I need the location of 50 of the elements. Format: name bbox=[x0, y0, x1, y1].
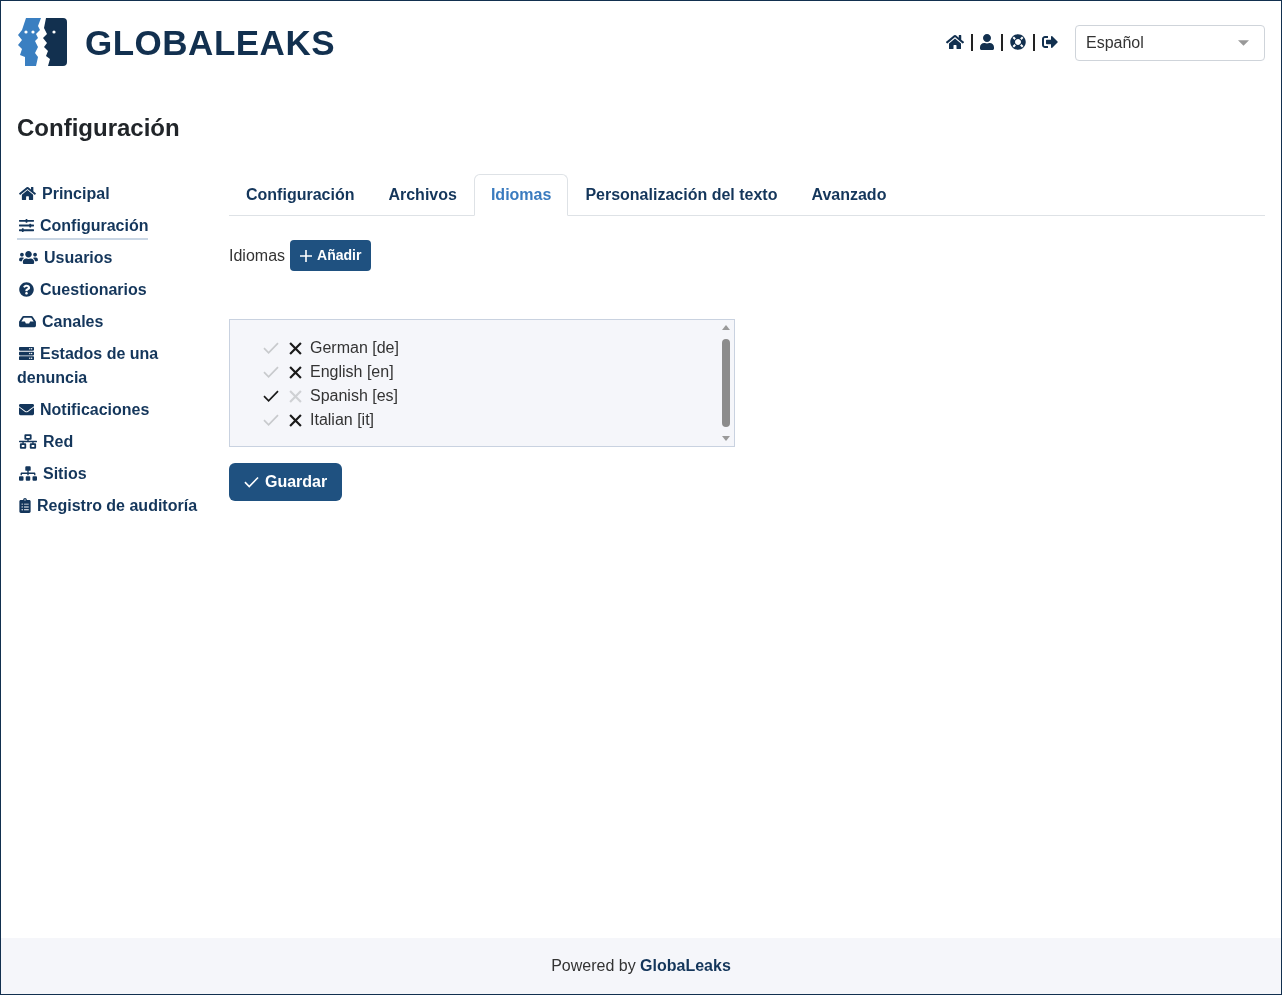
scrollbar-thumb[interactable] bbox=[722, 339, 730, 427]
language-name: Spanish [es] bbox=[310, 386, 399, 406]
scroll-up-icon[interactable] bbox=[722, 325, 730, 330]
sidebar-link[interactable]: Usuarios bbox=[17, 246, 113, 270]
sitemap-icon bbox=[19, 466, 37, 481]
sidebar-link[interactable]: Cuestionarios bbox=[17, 278, 147, 302]
sliders-icon bbox=[19, 218, 34, 233]
users-icon bbox=[19, 250, 38, 265]
language-select[interactable]: Español bbox=[1075, 25, 1265, 61]
check-icon bbox=[244, 476, 259, 488]
tab[interactable]: Idiomas bbox=[473, 174, 569, 216]
logout-icon[interactable] bbox=[1042, 34, 1058, 50]
tab[interactable]: Archivos bbox=[371, 174, 474, 216]
sidebar-link[interactable]: Sitios bbox=[17, 462, 87, 486]
lifebuoy-icon[interactable] bbox=[1010, 34, 1026, 50]
language-name: English [en] bbox=[310, 362, 394, 382]
remove-icon[interactable] bbox=[289, 365, 302, 379]
languages-label: Idiomas bbox=[229, 245, 286, 266]
scroll-down-icon[interactable] bbox=[722, 436, 730, 441]
plus-icon bbox=[300, 249, 313, 262]
page-title: Configuración bbox=[17, 114, 181, 142]
logo-text: GLOBALEAKS bbox=[85, 24, 335, 60]
network-icon bbox=[19, 434, 37, 449]
sidebar-link[interactable]: Configuración bbox=[17, 214, 149, 240]
user-icon[interactable] bbox=[980, 34, 994, 50]
sidebar-link[interactable]: Registro de auditoría bbox=[17, 494, 198, 518]
sidebar-link[interactable]: Red bbox=[17, 430, 74, 454]
sidebar-link[interactable]: Notificaciones bbox=[17, 398, 150, 422]
caret-down-icon bbox=[1238, 40, 1249, 46]
question-icon bbox=[19, 282, 34, 297]
language-name: German [de] bbox=[310, 338, 399, 358]
tab[interactable]: Configuración bbox=[229, 174, 372, 216]
remove-icon[interactable] bbox=[289, 341, 302, 355]
home-icon[interactable] bbox=[946, 34, 964, 50]
footer-text: Powered by GlobaLeaks bbox=[551, 956, 731, 976]
logo-icon bbox=[17, 17, 67, 67]
save-button[interactable]: Guardar bbox=[229, 463, 343, 501]
add-button[interactable]: Añadir bbox=[290, 240, 372, 271]
home-icon bbox=[19, 186, 36, 201]
inbox-icon bbox=[19, 314, 36, 329]
server-icon bbox=[19, 346, 34, 361]
envelope-icon bbox=[19, 402, 34, 417]
clipboard-icon bbox=[19, 498, 31, 513]
tab[interactable]: Avanzado bbox=[794, 174, 904, 216]
language-name: Italian [it] bbox=[310, 410, 375, 430]
remove-icon[interactable] bbox=[289, 413, 302, 427]
tab[interactable]: Personalización del texto bbox=[568, 174, 795, 216]
sidebar-link[interactable]: Principal bbox=[17, 182, 110, 206]
sidebar-link[interactable]: Canales bbox=[17, 310, 104, 334]
sidebar-link[interactable]: Estados de una denuncia bbox=[17, 342, 213, 390]
